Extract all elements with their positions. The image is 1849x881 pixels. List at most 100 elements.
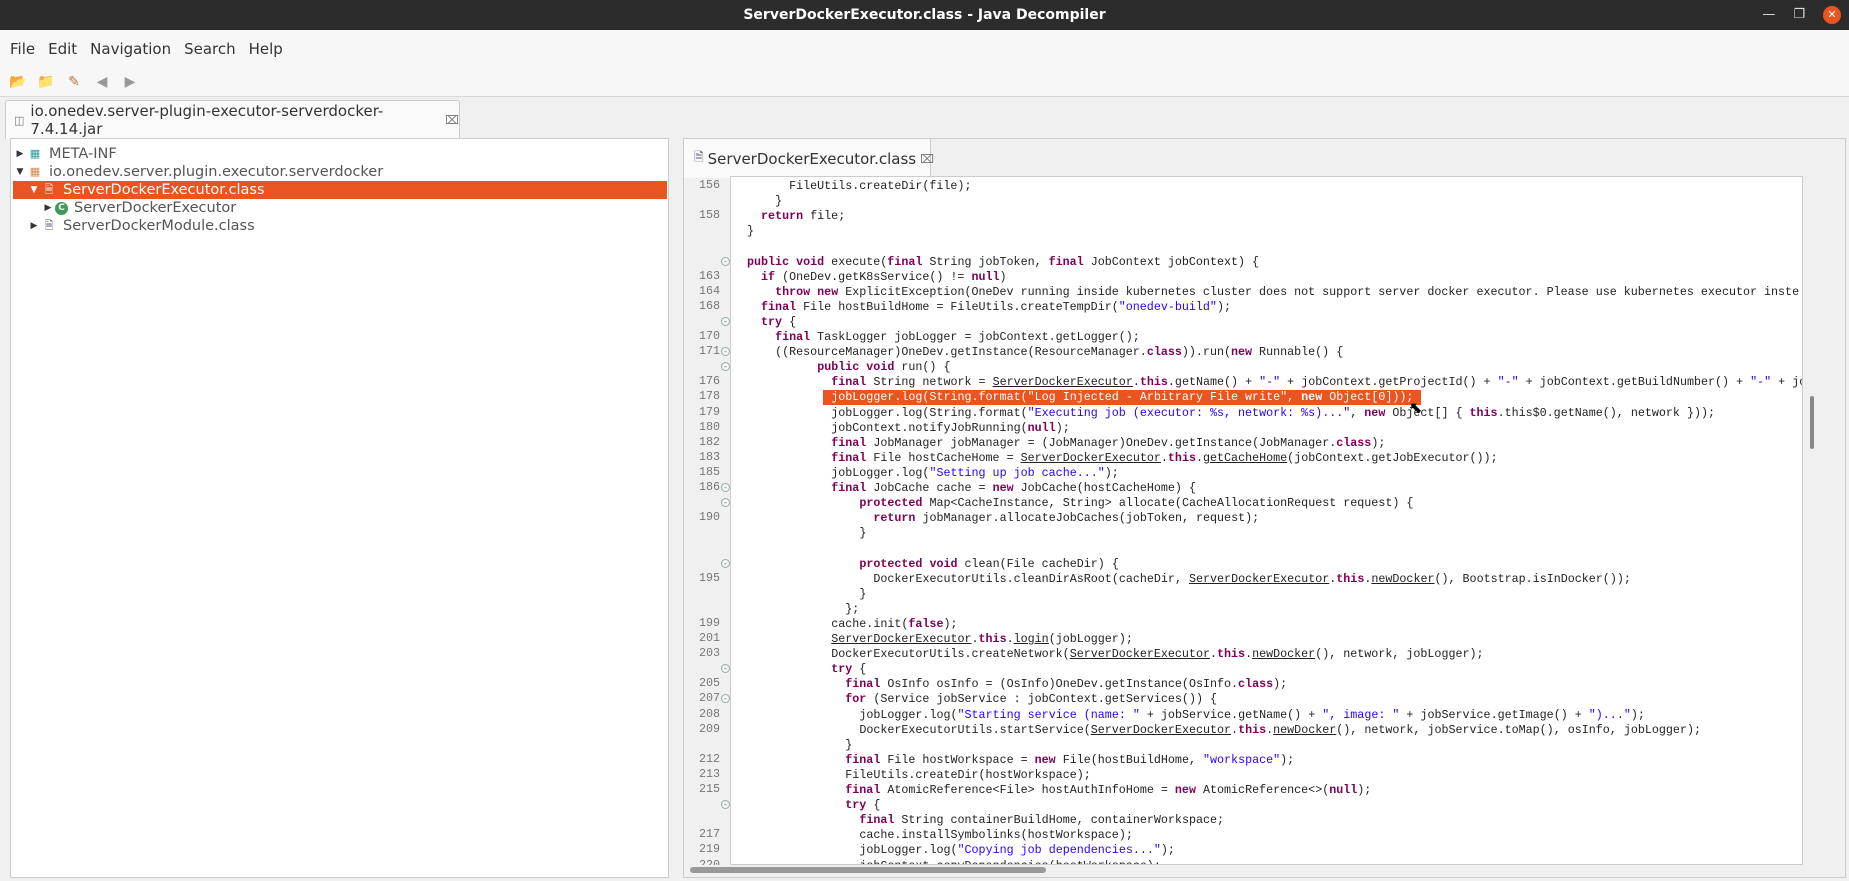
tree-item-serverdockerexecutor[interactable]: ▶ C ServerDockerExecutor — [13, 199, 667, 217]
line-number: 176 — [698, 374, 720, 389]
line-number: 213 — [698, 766, 720, 781]
line-number: 201 — [698, 631, 720, 645]
fold-toggle-icon[interactable]: - — [721, 558, 730, 568]
code-line: protected Map<CacheInstance, String> all… — [859, 496, 1414, 511]
code-line: jobContext.notifyJobRunning(null); — [831, 420, 1070, 435]
fold-toggle-icon[interactable]: - — [721, 664, 730, 674]
code-line: return file; — [761, 209, 846, 224]
line-number: 195 — [698, 570, 720, 585]
collapse-arrow-icon[interactable]: ▼ — [27, 185, 41, 195]
code-line: DockerExecutorUtils.cleanDirAsRoot(cache… — [873, 571, 1631, 586]
code-line: DockerExecutorUtils.startService(ServerD… — [859, 722, 1701, 737]
code-line: public void run() { — [817, 360, 951, 375]
code-line: } — [747, 224, 755, 239]
vertical-scrollbar[interactable] — [1807, 176, 1819, 865]
tree-item-package[interactable]: ▼ ▦ io.onedev.server.plugin.executor.ser… — [13, 163, 667, 181]
editor-panel: 🗎 ServerDockerExecutor.class ⌧ 156 158-16… — [683, 138, 1846, 878]
menu-help[interactable]: Help — [249, 40, 283, 58]
jar-tab[interactable]: ◫ io.onedev.server-plugin-executor-serve… — [5, 100, 460, 139]
forward-icon[interactable]: ▶ — [120, 72, 140, 92]
back-icon[interactable]: ◀ — [92, 72, 112, 92]
horizontal-scroll-thumb[interactable] — [690, 867, 1046, 873]
menu-file[interactable]: File — [10, 40, 35, 58]
maximize-icon[interactable]: ❐ — [1793, 0, 1805, 30]
expand-arrow-icon[interactable]: ▶ — [13, 149, 27, 159]
vertical-scroll-thumb[interactable] — [1810, 396, 1814, 449]
code-line: final TaskLogger jobLogger = jobContext.… — [775, 330, 1140, 344]
line-number: 185 — [698, 464, 720, 479]
line-number: 158 — [698, 208, 720, 223]
line-number: 180 — [698, 419, 720, 434]
code-view[interactable]: FileUtils.createDir(file);} return file;}… — [730, 176, 1803, 865]
code-line: cache.installSymbolinks(hostWorkspace); — [859, 828, 1133, 843]
fold-toggle-icon[interactable]: - — [721, 483, 730, 492]
code-line: return jobManager.allocateJobCaches(jobT… — [873, 511, 1260, 526]
highlighted-code-line: jobLogger.log(String.format("Log Injecte… — [823, 390, 1422, 406]
line-number: 199 — [698, 615, 720, 630]
line-number: 215 — [698, 782, 720, 796]
toolbar: 📂 📁 ✎ ◀ ▶ — [0, 67, 1849, 97]
line-number: 183 — [698, 449, 720, 464]
code-line: protected void clean(File cacheDir) { — [859, 556, 1119, 571]
line-number: 182 — [698, 434, 720, 449]
code-line: } — [775, 194, 783, 209]
line-number: 156 — [698, 178, 720, 192]
code-line: jobContext.copyDependencies(hostWorkspac… — [859, 859, 1161, 865]
close-icon[interactable]: ✕ — [1823, 6, 1841, 24]
line-number: 220 — [698, 857, 720, 866]
line-number: 212 — [698, 751, 720, 766]
line-number: 170 — [698, 329, 720, 343]
code-line: for (Service jobService : jobContext.get… — [845, 692, 1217, 707]
code-line: ((ResourceManager)OneDev.getInstance(Res… — [775, 345, 1344, 360]
code-line: jobLogger.log(String.format("Executing j… — [831, 405, 1716, 420]
menu-search[interactable]: Search — [184, 40, 236, 58]
open-file-icon[interactable]: 📂 — [8, 72, 28, 92]
menu-edit[interactable]: Edit — [48, 40, 77, 58]
tree-item-meta-inf[interactable]: ▶ ▦ META-INF — [13, 145, 667, 163]
code-line: final String containerBuildHome, contain… — [859, 813, 1225, 828]
code-line: try { — [845, 798, 881, 813]
editor-tab[interactable]: 🗎 ServerDockerExecutor.class ⌧ — [684, 139, 934, 178]
class-file-icon: 🗎 — [44, 183, 54, 196]
collapse-arrow-icon[interactable]: ▼ — [13, 167, 27, 177]
close-tab-icon[interactable]: ⌧ — [445, 113, 459, 127]
search-icon[interactable]: ✎ — [64, 72, 84, 92]
minimize-icon[interactable]: — — [1762, 0, 1775, 30]
fold-toggle-icon[interactable]: - — [721, 347, 730, 357]
line-number: 179 — [698, 404, 720, 419]
code-line: } — [859, 586, 867, 601]
code-line: if (OneDev.getK8sService() != null) — [761, 269, 1007, 284]
code-line: } — [859, 526, 867, 541]
fold-toggle-icon[interactable]: - — [721, 316, 730, 326]
line-number: 208 — [698, 706, 720, 721]
editor-tab-label: ServerDockerExecutor.class — [707, 149, 917, 168]
line-number: 207 — [698, 691, 720, 706]
menu-navigation[interactable]: Navigation — [90, 40, 171, 58]
fold-toggle-icon[interactable]: - — [721, 362, 730, 372]
fold-toggle-icon[interactable]: - — [721, 498, 730, 508]
code-line: final File hostCacheHome = ServerDockerE… — [831, 450, 1498, 465]
jar-icon: ◫ — [14, 113, 25, 127]
code-line: final JobCache cache = new JobCache(host… — [831, 481, 1196, 495]
open-type-icon[interactable]: 📁 — [36, 72, 56, 92]
line-number: 178 — [698, 389, 720, 404]
line-number: 168 — [698, 298, 720, 313]
line-number: 164 — [698, 283, 720, 298]
code-line: ServerDockerExecutor.this.login(jobLogge… — [831, 632, 1133, 646]
tree-item-serverdockermodule-class[interactable]: ▶ 🗎 ServerDockerModule.class — [13, 217, 667, 235]
expand-arrow-icon[interactable]: ▶ — [27, 221, 41, 231]
code-line: final AtomicReference<File> hostAuthInfo… — [845, 783, 1372, 797]
line-number: 163 — [698, 268, 720, 283]
tree-item-serverdockerexecutor-class[interactable]: ▼ 🗎 ServerDockerExecutor.class — [13, 181, 667, 199]
fold-toggle-icon[interactable]: - — [721, 800, 730, 810]
expand-arrow-icon[interactable]: ▶ — [41, 203, 55, 213]
line-number: 205 — [698, 676, 720, 691]
package-icon: ▦ — [29, 147, 41, 160]
line-number: 217 — [698, 827, 720, 842]
line-number: 203 — [698, 646, 720, 661]
line-number: 190 — [698, 510, 720, 525]
fold-toggle-icon[interactable]: - — [721, 256, 730, 266]
line-number: 186 — [698, 480, 720, 494]
fold-toggle-icon[interactable]: - — [721, 694, 730, 704]
close-tab-icon[interactable]: ⌧ — [920, 152, 934, 166]
